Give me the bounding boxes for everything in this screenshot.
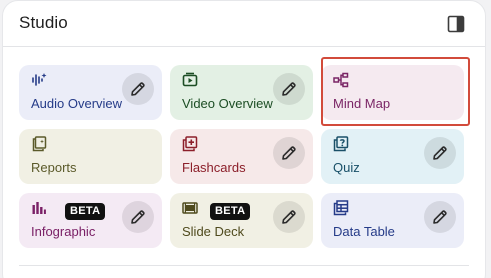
data-table-icon — [333, 200, 349, 216]
audio-waveform-icon — [31, 72, 47, 88]
beta-badge: BETA — [65, 203, 106, 220]
tool-card-slide-deck[interactable]: Slide Deck BETA — [170, 193, 313, 248]
edit-button[interactable] — [273, 201, 305, 233]
quiz-icon — [333, 136, 349, 152]
tool-card-infographic[interactable]: Infographic BETA — [19, 193, 162, 248]
edit-button[interactable] — [424, 137, 456, 169]
reports-icon — [31, 136, 47, 152]
collapse-panel-button[interactable] — [447, 15, 465, 33]
edit-button[interactable] — [122, 201, 154, 233]
tool-card-video-overview[interactable]: Video Overview — [170, 65, 313, 120]
tool-card-data-table[interactable]: Data Table — [321, 193, 464, 248]
edit-button[interactable] — [273, 73, 305, 105]
edit-button[interactable] — [424, 201, 456, 233]
panel-title: Studio — [19, 13, 68, 32]
selection-highlight — [321, 57, 470, 126]
studio-panel: Studio Audio Overview Video Overview Mind … — [2, 0, 486, 278]
side-panel-icon — [447, 15, 465, 33]
divider — [19, 265, 469, 266]
video-icon — [182, 72, 198, 88]
pencil-icon — [131, 82, 145, 96]
tool-card-reports[interactable]: Reports — [19, 129, 162, 184]
edit-button[interactable] — [273, 137, 305, 169]
tool-card-label: Flashcards — [182, 160, 246, 175]
pencil-icon — [433, 146, 447, 160]
flashcards-icon — [182, 136, 198, 152]
tool-card-label: Audio Overview — [31, 96, 123, 111]
pencil-icon — [131, 210, 145, 224]
pencil-icon — [433, 210, 447, 224]
tool-card-label: Data Table — [333, 224, 395, 239]
pencil-icon — [282, 82, 296, 96]
tool-card-label: Quiz — [333, 160, 360, 175]
tool-card-flashcards[interactable]: Flashcards — [170, 129, 313, 184]
tool-card-label: Reports — [31, 160, 77, 175]
tool-card-label: Infographic — [31, 224, 96, 239]
edit-button[interactable] — [122, 73, 154, 105]
pencil-icon — [282, 146, 296, 160]
tool-card-quiz[interactable]: Quiz — [321, 129, 464, 184]
tool-card-label: Slide Deck — [182, 224, 245, 239]
slide-deck-icon — [182, 200, 198, 216]
studio-header: Studio — [3, 1, 485, 47]
infographic-icon — [31, 200, 47, 216]
tool-card-audio-overview[interactable]: Audio Overview — [19, 65, 162, 120]
pencil-icon — [282, 210, 296, 224]
beta-badge: BETA — [210, 203, 251, 220]
tool-card-label: Video Overview — [182, 96, 273, 111]
